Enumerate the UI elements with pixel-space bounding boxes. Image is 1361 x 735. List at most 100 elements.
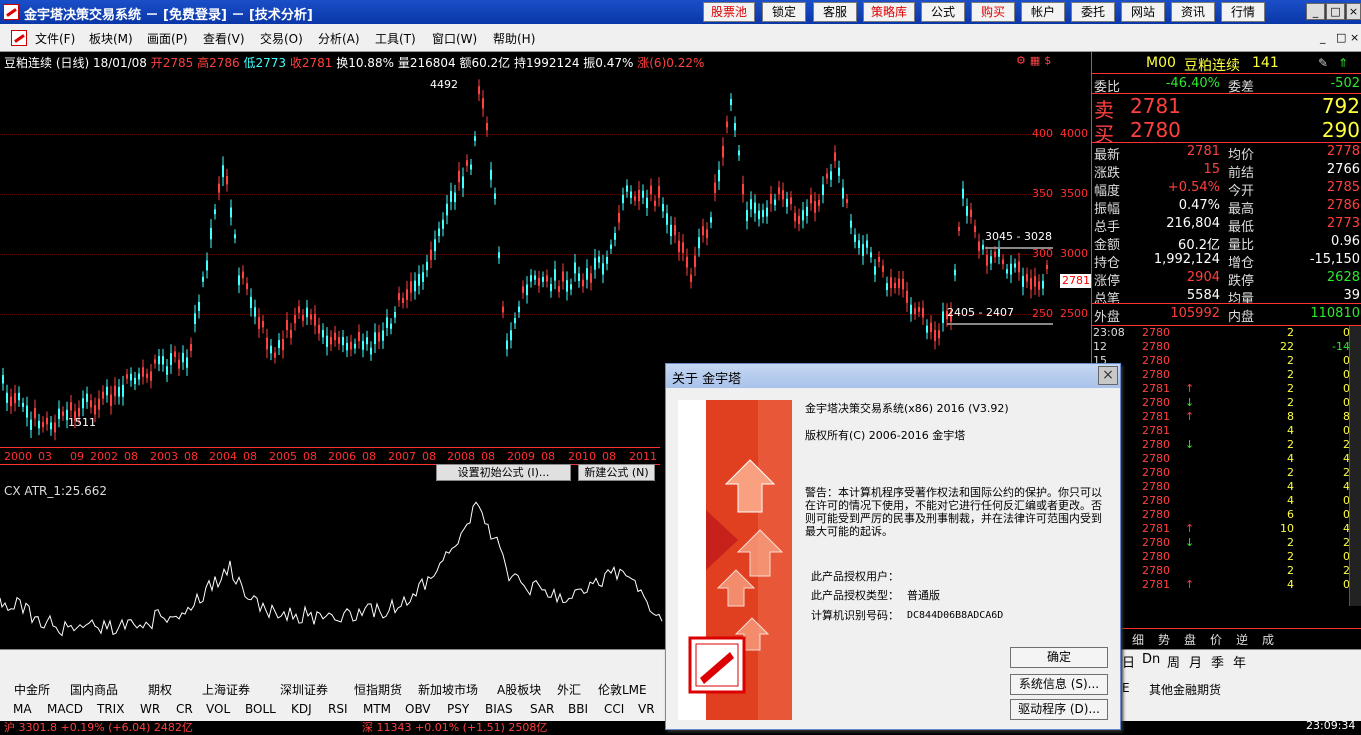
period-year[interactable]: 年 [1233, 652, 1246, 671]
time-label: 08 [481, 450, 495, 463]
ind-rsi[interactable]: RSI [328, 702, 348, 716]
pin-icon[interactable]: ✎ [1318, 56, 1328, 70]
tab-deal[interactable]: 成 [1262, 631, 1274, 648]
order-button[interactable]: 委托 [1071, 2, 1115, 22]
ind-cr[interactable]: CR [176, 702, 193, 716]
set-initial-formula-button[interactable]: 设置初始公式 (I)... [436, 464, 571, 481]
ind-bias[interactable]: BIAS [485, 702, 513, 716]
market-tab-other-fin[interactable]: 其他金融期货 [1149, 681, 1221, 698]
market-tab-sg[interactable]: 新加坡市场 [418, 681, 478, 698]
tab-price[interactable]: 价 [1210, 631, 1222, 648]
dialog-close-button[interactable]: × [1098, 366, 1118, 385]
candle-body [750, 199, 752, 210]
ind-mtm[interactable]: MTM [363, 702, 391, 716]
period-dn[interactable]: Dn [1142, 652, 1160, 667]
period-season[interactable]: 季 [1211, 652, 1224, 671]
ind-trix[interactable]: TRIX [97, 702, 124, 716]
candle-body [478, 86, 480, 95]
ind-ma[interactable]: MA [13, 702, 32, 716]
market-tab-sz[interactable]: 深圳证券 [280, 681, 328, 698]
tab-book[interactable]: 盘 [1184, 631, 1196, 648]
ind-wr[interactable]: WR [140, 702, 160, 716]
market-tab-lme[interactable]: 伦敦LME [598, 681, 647, 698]
ind-kdj[interactable]: KDJ [291, 702, 312, 716]
stat-value: 2786 [1326, 198, 1360, 213]
candle-body [746, 210, 748, 222]
menu-analysis[interactable]: 分析(A) [318, 30, 360, 47]
market-tab-ashare[interactable]: A股板块 [497, 681, 541, 698]
market-tab-domestic[interactable]: 国内商品 [70, 681, 118, 698]
formula-button[interactable]: 公式 [921, 2, 965, 22]
ind-psy[interactable]: PSY [447, 702, 469, 716]
period-week[interactable]: 周 [1167, 652, 1180, 671]
news-button[interactable]: 资讯 [1171, 2, 1215, 22]
candle-body [466, 160, 468, 166]
menu-file[interactable]: 文件(F) [35, 30, 75, 47]
ind-macd[interactable]: MACD [47, 702, 83, 716]
candle-body [198, 302, 200, 311]
market-tab-sh[interactable]: 上海证券 [202, 681, 250, 698]
market-tab-e[interactable]: E [1122, 681, 1130, 695]
tab-trend[interactable]: 势 [1158, 631, 1170, 648]
system-info-button[interactable]: 系统信息 (S)... [1010, 674, 1108, 695]
strategy-button[interactable]: 策略库 [863, 2, 915, 22]
tick-price: 2780 [1142, 354, 1170, 367]
stock-pool-button[interactable]: 股票池 [703, 2, 755, 22]
service-button[interactable]: 客服 [813, 2, 857, 22]
menu-view-screen[interactable]: 画面(P) [147, 30, 188, 47]
tick-volume: 4 [1287, 480, 1294, 493]
market-tab-cffex[interactable]: 中金所 [14, 681, 50, 698]
period-month[interactable]: 月 [1189, 652, 1202, 671]
menu-trade[interactable]: 交易(O) [260, 30, 303, 47]
market-tab-hsi[interactable]: 恒指期货 [354, 681, 402, 698]
website-button[interactable]: 网站 [1121, 2, 1165, 22]
market-tab-fx[interactable]: 外汇 [557, 681, 581, 698]
tick-volume: 22 [1280, 340, 1294, 353]
tick-arrow-icon: ↓ [1185, 396, 1195, 409]
ok-button[interactable]: 确定 [1010, 647, 1108, 668]
quotes-button[interactable]: 行情 [1221, 2, 1265, 22]
tab-detail[interactable]: 细 [1132, 631, 1144, 648]
candle-body [262, 321, 264, 328]
tick-list[interactable]: 23:08 2780 2 0 12 2780 22 -14 15 2780 2 0 2780 2 0 2781… [1092, 326, 1361, 606]
period-day[interactable]: 日 [1122, 652, 1135, 671]
new-formula-button[interactable]: 新建公式 (N) [578, 464, 655, 481]
menu-view[interactable]: 查看(V) [203, 30, 245, 47]
driver-button[interactable]: 驱动程序 (D)... [1010, 699, 1108, 720]
peak-label: 4492 [430, 78, 458, 91]
menu-block[interactable]: 板块(M) [89, 30, 133, 47]
buy-button[interactable]: 购买 [971, 2, 1015, 22]
mdi-restore-button[interactable]: □ [1336, 31, 1346, 44]
menu-help[interactable]: 帮助(H) [493, 30, 535, 47]
ind-boll[interactable]: BOLL [245, 702, 276, 716]
ind-sar[interactable]: SAR [530, 702, 554, 716]
up-arrow-icon[interactable]: ⇑ [1338, 56, 1348, 70]
close-button[interactable]: × [1346, 3, 1361, 20]
tick-scrollbar[interactable] [1349, 326, 1361, 606]
account-button[interactable]: 帐户 [1021, 2, 1065, 22]
market-tab-options[interactable]: 期权 [148, 681, 172, 698]
menu-window[interactable]: 窗口(W) [432, 30, 477, 47]
tick-volume: 2 [1287, 564, 1294, 577]
candle-body [586, 268, 588, 280]
stat-label: 幅度 [1094, 184, 1121, 199]
stat-value: 2785 [1326, 180, 1360, 195]
tick-row: 2781 ↑ 4 0 [1092, 578, 1361, 592]
candle-body [622, 194, 624, 204]
tab-reverse[interactable]: 逆 [1236, 631, 1248, 648]
app-menu-icon[interactable] [11, 30, 27, 46]
tick-row: 2780 ↓ 2 2 [1092, 438, 1361, 452]
restore-button[interactable]: □ [1326, 3, 1345, 20]
ind-obv[interactable]: OBV [405, 702, 431, 716]
ind-vol[interactable]: VOL [206, 702, 230, 716]
lock-button[interactable]: 锁定 [762, 2, 806, 22]
mdi-minimize-button[interactable]: _ [1320, 31, 1326, 44]
minimize-button[interactable]: _ [1306, 3, 1325, 20]
ind-vr[interactable]: VR [638, 702, 655, 716]
ind-cci[interactable]: CCI [604, 702, 624, 716]
candle-body [610, 244, 612, 249]
menu-tools[interactable]: 工具(T) [375, 30, 416, 47]
mdi-close-button[interactable]: × [1350, 31, 1359, 44]
candle-body [174, 351, 176, 357]
ind-bbi[interactable]: BBI [568, 702, 588, 716]
